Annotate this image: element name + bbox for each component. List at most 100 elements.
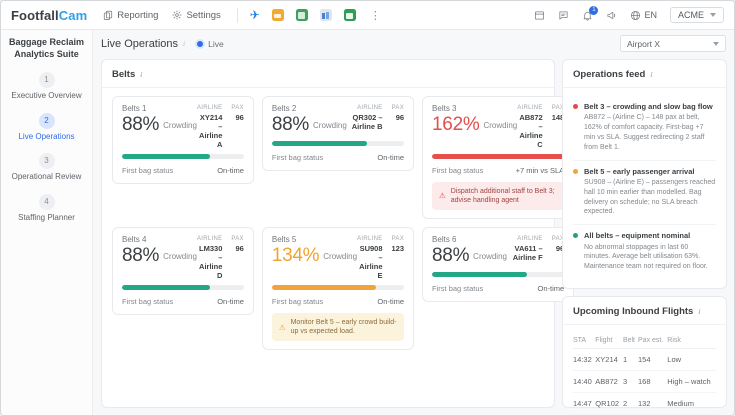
live-toggle[interactable]: Live bbox=[197, 39, 224, 49]
belt-alert-text: Dispatch additional staff to Belt 3; adv… bbox=[450, 188, 555, 205]
tenant-selector[interactable]: ACME bbox=[669, 7, 724, 23]
crowding-label: Crowding bbox=[473, 251, 507, 261]
info-icon[interactable]: i bbox=[140, 70, 142, 79]
crowding-label: Crowding bbox=[163, 120, 197, 130]
upcoming-flights-header: Upcoming Inbound Flights i bbox=[563, 306, 726, 325]
risk-cell: Low bbox=[667, 348, 716, 371]
pax-count: 96 bbox=[235, 113, 244, 122]
calendar-app-icon[interactable] bbox=[343, 9, 356, 21]
first-bag-status: +7 min vs SLA bbox=[515, 166, 565, 175]
pax-column-label: PAX bbox=[231, 236, 244, 243]
sidebar-step[interactable]: 1 Executive Overview bbox=[5, 72, 88, 101]
flight-code: AB872 – Airline C bbox=[519, 113, 543, 149]
step-number: 4 bbox=[38, 193, 55, 210]
more-apps-icon[interactable]: ⋮ bbox=[370, 9, 381, 22]
nav-settings-label: Settings bbox=[186, 9, 221, 21]
pax-cell: 154 bbox=[638, 348, 668, 371]
step-number: 1 bbox=[38, 72, 55, 89]
pax-cell: 132 bbox=[638, 392, 668, 415]
severity-dot-icon bbox=[573, 168, 578, 174]
column-header: STA bbox=[573, 332, 596, 349]
belt-alert-banner: ⚠ Monitor Belt 5 – early crowd build-up … bbox=[271, 313, 405, 342]
info-icon[interactable]: i bbox=[650, 70, 652, 79]
notifications-bell-icon[interactable]: 1 bbox=[582, 5, 599, 21]
crowding-progress-fill bbox=[432, 272, 528, 278]
belt-card: Belts 1 88% Crowding AIRLINE XY214 – Air… bbox=[112, 96, 254, 184]
flight-code: QR302 – Airline B bbox=[351, 113, 383, 131]
crowding-progress-bar bbox=[122, 154, 244, 159]
live-dot-icon bbox=[197, 40, 204, 47]
severity-dot-icon bbox=[573, 104, 578, 109]
flights-table: STA Flight Belt Pax est. Risk 14:32 XY214 1 bbox=[573, 332, 716, 415]
window-icon[interactable] bbox=[534, 10, 545, 21]
folder-app-icon[interactable] bbox=[271, 9, 284, 21]
crowding-value: 88% bbox=[122, 245, 160, 267]
notification-badge: 1 bbox=[589, 5, 599, 15]
sidebar-step[interactable]: 2 Live Operations bbox=[5, 112, 88, 142]
crowding-label: Crowding bbox=[483, 120, 518, 130]
airline-column-label: AIRLINE bbox=[517, 105, 543, 111]
chevron-down-icon bbox=[713, 41, 719, 46]
belt-alert-banner: ⚠ Dispatch additional staff to Belt 3; a… bbox=[432, 182, 565, 211]
app-launcher-icons: ✈ ⋮ bbox=[250, 9, 381, 22]
crowding-progress-bar bbox=[432, 154, 565, 159]
belt-name: Belts 1 bbox=[122, 104, 147, 113]
crowding-label: Crowding bbox=[163, 251, 197, 261]
feed-item-body: No abnormal stoppages in last 60 minutes… bbox=[584, 243, 708, 271]
page-title: Live Operations bbox=[101, 37, 179, 50]
flight-code: XY214 – Airline A bbox=[199, 113, 223, 149]
topbar-right: 1 EN ACME bbox=[534, 5, 724, 23]
belt-card: Belts 3 162% Crowding AIRLINE AB872 – Ai… bbox=[422, 96, 575, 220]
crowding-progress-fill bbox=[271, 285, 377, 291]
step-label: Operational Review bbox=[11, 172, 82, 182]
airline-column-label: AIRLINE bbox=[196, 105, 223, 111]
first-bag-status: On-time bbox=[377, 153, 405, 162]
belt-grid: Belts 1 88% Crowding AIRLINE XY214 – Air… bbox=[112, 96, 575, 351]
crowding-progress-fill bbox=[271, 141, 368, 146]
chart-app-icon[interactable] bbox=[319, 9, 332, 21]
topbar-divider bbox=[236, 7, 238, 23]
belt-card: Belts 6 88% Crowding AIRLINE VA611 – Air… bbox=[422, 227, 575, 303]
crowding-progress-fill bbox=[122, 154, 210, 159]
sidebar-step[interactable]: 3 Operational Review bbox=[5, 153, 88, 182]
grid-app-icon[interactable] bbox=[295, 9, 308, 21]
feedback-icon[interactable] bbox=[558, 10, 569, 21]
language-label: EN bbox=[644, 10, 657, 20]
pax-column-label: PAX bbox=[391, 236, 405, 243]
column-header: Flight bbox=[595, 332, 623, 349]
crowding-label: Crowding bbox=[323, 251, 358, 261]
first-bag-label: First bag status bbox=[122, 166, 174, 175]
chevron-down-icon bbox=[710, 13, 716, 17]
language-selector[interactable]: EN bbox=[630, 10, 657, 21]
warning-icon: ⚠ bbox=[439, 191, 446, 201]
step-number: 3 bbox=[38, 153, 55, 170]
crowding-value: 88% bbox=[432, 245, 470, 267]
feed-item: Belt 3 – crowding and slow bag flow AB87… bbox=[573, 96, 716, 161]
belt-cell: 2 bbox=[622, 392, 639, 415]
pax-count: 96 bbox=[395, 113, 405, 122]
nav-reporting-label: Reporting bbox=[117, 9, 159, 21]
info-icon[interactable]: i bbox=[698, 307, 700, 316]
info-icon[interactable]: i bbox=[183, 39, 185, 48]
sidebar-step[interactable]: 4 Staffing Planner bbox=[5, 193, 88, 223]
crowding-progress-bar bbox=[122, 285, 244, 291]
belt-name: Belts 2 bbox=[271, 104, 297, 113]
airport-select[interactable]: Airport X bbox=[620, 35, 726, 52]
announcement-icon[interactable] bbox=[606, 10, 617, 21]
belts-panel-title: Belts bbox=[112, 69, 136, 80]
crowding-progress-fill bbox=[432, 154, 565, 159]
nav-reporting[interactable]: Reporting bbox=[103, 10, 158, 21]
crowding-progress-bar bbox=[432, 272, 565, 278]
upcoming-flights-panel: Upcoming Inbound Flights i STA Flight Belt… bbox=[562, 295, 727, 415]
step-number: 2 bbox=[38, 112, 55, 129]
flight-cell: AB872 bbox=[595, 370, 623, 393]
upcoming-flights-title: Upcoming Inbound Flights bbox=[573, 305, 694, 317]
crowding-value: 88% bbox=[271, 114, 309, 135]
pax-column-label: PAX bbox=[231, 105, 244, 111]
flight-row: 14:40 AB872 3 168 High – watch bbox=[573, 370, 716, 393]
column-header: Risk bbox=[667, 332, 716, 349]
nav-settings[interactable]: Settings bbox=[172, 9, 221, 21]
airplane-app-icon[interactable]: ✈ bbox=[250, 9, 260, 21]
belt-name: Belts 4 bbox=[122, 235, 147, 245]
first-bag-status: On-time bbox=[217, 297, 244, 307]
